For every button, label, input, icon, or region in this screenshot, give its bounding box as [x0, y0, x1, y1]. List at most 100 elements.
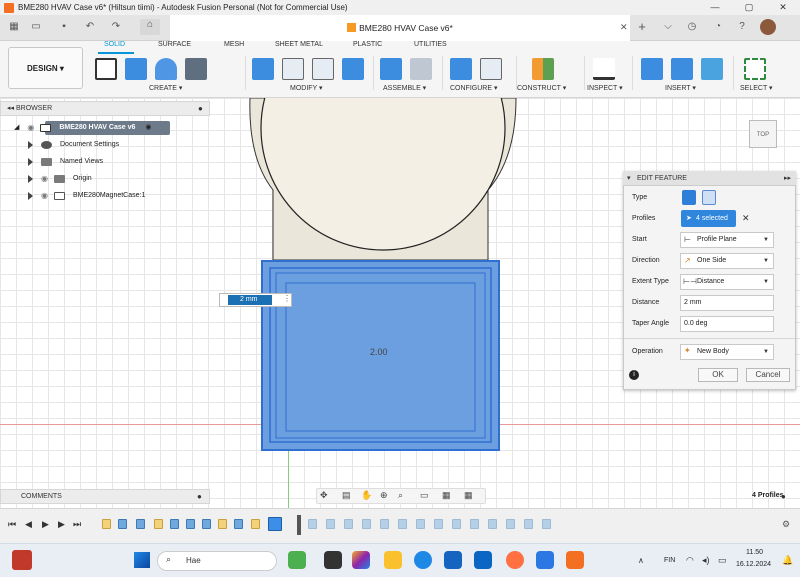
selection-filter-icon[interactable]: ●: [781, 492, 786, 501]
tab-sheet-metal[interactable]: SHEET METAL: [275, 41, 323, 48]
close-tab-icon[interactable]: ✕: [620, 22, 628, 33]
taskbar-c-app-icon[interactable]: [536, 551, 554, 569]
timeline-suppressed-feature[interactable]: [506, 519, 515, 529]
insert-derive-icon[interactable]: [641, 58, 663, 80]
expand-icon[interactable]: [28, 141, 33, 149]
viewcube[interactable]: TOP: [749, 120, 777, 148]
activate-radio-icon[interactable]: ◉: [145, 121, 151, 135]
wifi-icon[interactable]: ◠: [686, 555, 694, 566]
user-avatar[interactable]: [760, 19, 776, 35]
panel-collapse-icon[interactable]: ▾: [627, 174, 631, 182]
timeline-feature[interactable]: [202, 519, 211, 529]
file-icon[interactable]: ▭: [30, 21, 42, 33]
operation-dropdown[interactable]: New Body ▼: [680, 344, 774, 360]
type-solid-icon[interactable]: [682, 190, 696, 205]
add-comment-icon[interactable]: ●: [197, 492, 202, 501]
notifications-icon[interactable]: ◔: [712, 21, 724, 33]
taskbar-edge-icon[interactable]: [414, 551, 432, 569]
battery-icon[interactable]: ▭: [718, 555, 727, 566]
pan-icon[interactable]: ✋: [361, 490, 372, 501]
type-thin-icon[interactable]: [702, 190, 716, 205]
new-tab-icon[interactable]: +: [636, 20, 648, 33]
configure-icon[interactable]: [450, 58, 472, 80]
maximize-button[interactable]: ▢: [737, 0, 761, 15]
timeline-prev-icon[interactable]: ◀: [25, 519, 32, 530]
timeline-suppressed-feature[interactable]: [488, 519, 497, 529]
tab-utilities[interactable]: UTILITIES: [414, 41, 447, 48]
input-language[interactable]: FIN: [664, 557, 675, 564]
orbit-icon[interactable]: ✥: [320, 490, 328, 501]
inspect-menu[interactable]: INSPECT ▾: [587, 84, 623, 92]
edit-feature-header[interactable]: EDIT FEATURE: [623, 171, 796, 186]
timeline-suppressed-feature[interactable]: [542, 519, 551, 529]
info-icon[interactable]: i: [629, 370, 639, 380]
cancel-button[interactable]: Cancel: [746, 368, 790, 382]
configure-menu[interactable]: CONFIGURE ▾: [450, 84, 497, 92]
design-workspace-button[interactable]: DESIGN ▾: [8, 47, 83, 89]
modify-menu[interactable]: MODIFY ▾: [290, 84, 323, 92]
press-pull-icon[interactable]: [252, 58, 274, 80]
timeline-suppressed-feature[interactable]: [380, 519, 389, 529]
insert-canvas-icon[interactable]: [701, 58, 723, 80]
expand-icon[interactable]: [28, 158, 33, 166]
tab-surface[interactable]: SURFACE: [158, 41, 191, 48]
timeline-sketch[interactable]: [154, 519, 163, 529]
distance-field[interactable]: 2 mm: [680, 295, 774, 311]
volume-icon[interactable]: ◂): [702, 555, 710, 566]
save-icon[interactable]: ▪: [58, 21, 70, 33]
timeline-active-feature[interactable]: [268, 517, 282, 531]
minimize-button[interactable]: —: [703, 0, 727, 15]
fillet-icon[interactable]: [282, 58, 304, 80]
viewports-icon[interactable]: ▦: [464, 490, 473, 501]
grid-menu-icon[interactable]: ▦: [8, 21, 20, 33]
ok-button[interactable]: OK: [698, 368, 738, 382]
collapse-icon[interactable]: ◢: [14, 121, 19, 135]
tab-mesh[interactable]: MESH: [224, 41, 244, 48]
taskbar-outlook-icon[interactable]: [474, 551, 492, 569]
combine-icon[interactable]: [342, 58, 364, 80]
create-menu[interactable]: CREATE ▾: [149, 84, 182, 92]
windows-start-icon[interactable]: [134, 552, 150, 568]
timeline-feature[interactable]: [186, 519, 195, 529]
joint-icon[interactable]: [410, 58, 432, 80]
browser-item-named-views[interactable]: Named Views: [28, 155, 103, 169]
taskbar-fusion-icon[interactable]: [566, 551, 584, 569]
insert-menu[interactable]: INSERT ▾: [665, 84, 696, 92]
timeline-suppressed-feature[interactable]: [416, 519, 425, 529]
start-dropdown[interactable]: Profile Plane ▼: [680, 232, 774, 248]
timeline-end-icon[interactable]: ⏭: [73, 519, 81, 530]
timeline-feature[interactable]: [136, 519, 145, 529]
close-window-button[interactable]: ✕: [771, 0, 795, 15]
timeline-suppressed-feature[interactable]: [434, 519, 443, 529]
timeline-marker[interactable]: [297, 515, 301, 535]
taskbar-copilot-icon[interactable]: [352, 551, 370, 569]
taper-angle-field[interactable]: 0.0 deg: [680, 316, 774, 332]
taskbar-task-view-icon[interactable]: [324, 551, 342, 569]
fit-icon[interactable]: ⌕: [398, 490, 403, 501]
select-icon[interactable]: [744, 58, 766, 80]
clock-date[interactable]: 16.12.2024: [736, 561, 771, 568]
clock-time[interactable]: 11.50: [746, 549, 763, 556]
timeline-feature[interactable]: [118, 519, 127, 529]
grid-settings-icon[interactable]: ▦: [442, 490, 451, 501]
new-component-icon[interactable]: [380, 58, 402, 80]
undo-icon[interactable]: ↶: [84, 21, 96, 33]
timeline-sketch[interactable]: [218, 519, 227, 529]
document-tab[interactable]: BME280 HVAV Case v6*: [170, 15, 630, 41]
timeline-suppressed-feature[interactable]: [470, 519, 479, 529]
input-options-icon[interactable]: ⋮: [283, 294, 291, 303]
timeline-start-icon[interactable]: ⏮: [8, 519, 16, 530]
tab-solid[interactable]: SOLID: [104, 41, 125, 48]
tab-plastic[interactable]: PLASTIC: [353, 41, 382, 48]
taskbar-file-explorer-icon[interactable]: [384, 551, 402, 569]
browser-collapse-icon[interactable]: ●: [198, 104, 203, 113]
select-menu[interactable]: SELECT ▾: [740, 84, 773, 92]
configuration-table-icon[interactable]: [480, 58, 502, 80]
help-icon[interactable]: ?: [736, 21, 748, 33]
look-at-icon[interactable]: ▤: [342, 490, 351, 501]
timeline-suppressed-feature[interactable]: [362, 519, 371, 529]
hole-icon[interactable]: [185, 58, 207, 80]
create-sketch-icon[interactable]: [95, 58, 117, 80]
clear-selection-icon[interactable]: ✕: [742, 213, 750, 224]
visibility-eye-icon[interactable]: ◉: [41, 172, 48, 186]
